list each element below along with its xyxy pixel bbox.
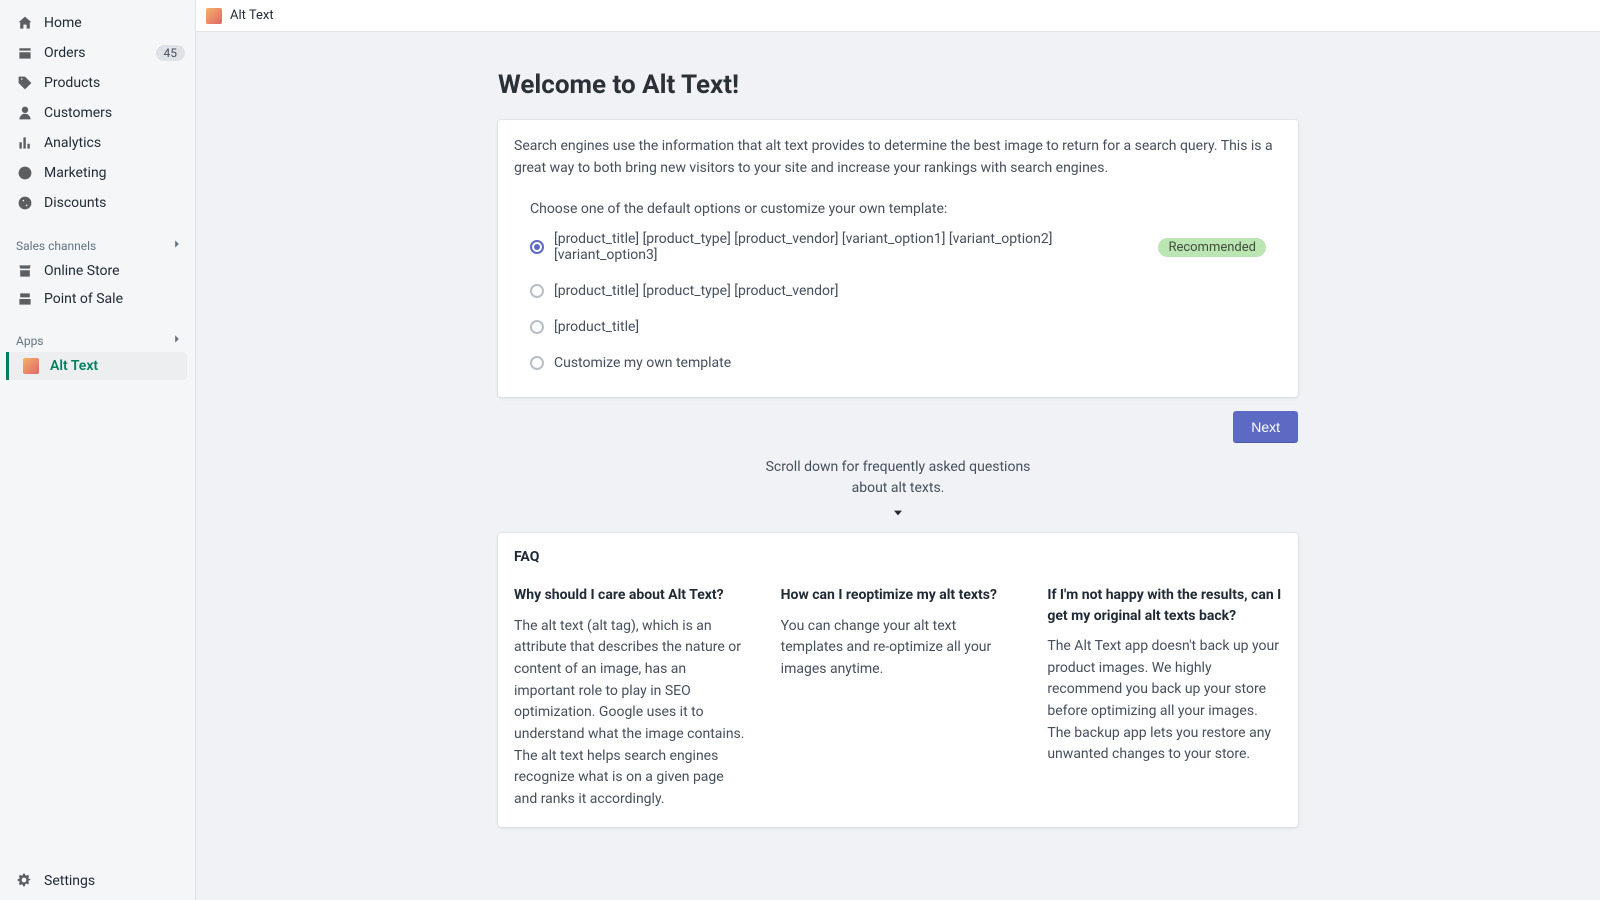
faq-item-2: How can I reoptimize my alt texts? You c… bbox=[781, 585, 1016, 810]
nav-label: Marketing bbox=[44, 165, 185, 181]
recommended-badge: Recommended bbox=[1158, 238, 1266, 257]
nav-home[interactable]: Home bbox=[0, 8, 195, 38]
tag-icon bbox=[16, 74, 34, 92]
nav-customers[interactable]: Customers bbox=[0, 98, 195, 128]
gear-icon bbox=[16, 872, 34, 890]
radio-icon[interactable] bbox=[530, 356, 544, 370]
sidebar: Home Orders 45 Products Customers Analyt… bbox=[0, 0, 196, 900]
person-icon bbox=[16, 104, 34, 122]
faq-item-3: If I'm not happy with the results, can I… bbox=[1047, 585, 1282, 810]
section-sales-channels[interactable]: Sales channels bbox=[0, 230, 195, 257]
nav-discounts[interactable]: Discounts bbox=[0, 188, 195, 218]
nav-marketing[interactable]: Marketing bbox=[0, 158, 195, 188]
intro-description: Search engines use the information that … bbox=[514, 136, 1282, 179]
option-label: [product_title] [product_type] [product_… bbox=[554, 231, 1150, 263]
chevron-right-icon bbox=[171, 238, 183, 253]
analytics-icon bbox=[16, 134, 34, 152]
section-label: Sales channels bbox=[16, 239, 171, 253]
nav-pos[interactable]: Point of Sale bbox=[0, 285, 195, 313]
main: Alt Text Welcome to Alt Text! Search eng… bbox=[196, 0, 1600, 900]
section-apps[interactable]: Apps bbox=[0, 325, 195, 352]
nav-label: Point of Sale bbox=[44, 291, 123, 307]
scroll-hint: Scroll down for frequently asked questio… bbox=[753, 457, 1043, 499]
template-option-3[interactable]: [product_title] bbox=[530, 319, 1266, 335]
faq-question: How can I reoptimize my alt texts? bbox=[781, 585, 1016, 605]
faq-card: FAQ Why should I care about Alt Text? Th… bbox=[498, 533, 1298, 826]
nav-label: Orders bbox=[44, 45, 156, 61]
nav-online-store[interactable]: Online Store bbox=[0, 257, 195, 285]
faq-question: If I'm not happy with the results, can I… bbox=[1047, 585, 1282, 626]
orders-icon bbox=[16, 44, 34, 62]
app-icon bbox=[22, 357, 40, 375]
faq-question: Why should I care about Alt Text? bbox=[514, 585, 749, 605]
radio-icon[interactable] bbox=[530, 240, 544, 254]
chevron-down-icon bbox=[498, 505, 1298, 525]
nav-label: Analytics bbox=[44, 135, 185, 151]
home-icon bbox=[16, 14, 34, 32]
store-icon bbox=[16, 262, 34, 280]
settings-label: Settings bbox=[44, 873, 95, 889]
orders-badge: 45 bbox=[156, 45, 186, 61]
option-label: Customize my own template bbox=[554, 355, 731, 371]
app-icon bbox=[206, 8, 222, 24]
nav-label: Alt Text bbox=[50, 358, 98, 374]
template-option-2[interactable]: [product_title] [product_type] [product_… bbox=[530, 283, 1266, 299]
option-label: [product_title] bbox=[554, 319, 639, 335]
nav-orders[interactable]: Orders 45 bbox=[0, 38, 195, 68]
topbar-title: Alt Text bbox=[230, 8, 274, 23]
template-option-4[interactable]: Customize my own template bbox=[530, 355, 1266, 371]
radio-icon[interactable] bbox=[530, 320, 544, 334]
faq-answer: The alt text (alt tag), which is an attr… bbox=[514, 616, 749, 811]
template-card: Search engines use the information that … bbox=[498, 120, 1298, 397]
option-label: [product_title] [product_type] [product_… bbox=[554, 283, 838, 299]
faq-item-1: Why should I care about Alt Text? The al… bbox=[514, 585, 749, 810]
discount-icon bbox=[16, 194, 34, 212]
nav-label: Home bbox=[44, 15, 185, 31]
nav-label: Discounts bbox=[44, 195, 185, 211]
nav-settings[interactable]: Settings bbox=[0, 862, 195, 900]
nav-analytics[interactable]: Analytics bbox=[0, 128, 195, 158]
faq-answer: You can change your alt text templates a… bbox=[781, 616, 1016, 681]
faq-answer: The Alt Text app doesn't back up your pr… bbox=[1047, 636, 1282, 766]
nav-label: Customers bbox=[44, 105, 185, 121]
next-button[interactable]: Next bbox=[1233, 411, 1298, 443]
topbar: Alt Text bbox=[196, 0, 1600, 32]
faq-heading: FAQ bbox=[514, 549, 1282, 565]
nav-products[interactable]: Products bbox=[0, 68, 195, 98]
choose-heading: Choose one of the default options or cus… bbox=[530, 201, 1266, 217]
pos-icon bbox=[16, 290, 34, 308]
section-label: Apps bbox=[16, 334, 171, 348]
chevron-right-icon bbox=[171, 333, 183, 348]
content[interactable]: Welcome to Alt Text! Search engines use … bbox=[196, 32, 1600, 900]
target-icon bbox=[16, 164, 34, 182]
nav-label: Products bbox=[44, 75, 185, 91]
nav-app-alt-text[interactable]: Alt Text bbox=[6, 352, 187, 380]
nav-label: Online Store bbox=[44, 263, 120, 279]
page-title: Welcome to Alt Text! bbox=[498, 70, 1298, 100]
template-option-1[interactable]: [product_title] [product_type] [product_… bbox=[530, 231, 1266, 263]
radio-icon[interactable] bbox=[530, 284, 544, 298]
